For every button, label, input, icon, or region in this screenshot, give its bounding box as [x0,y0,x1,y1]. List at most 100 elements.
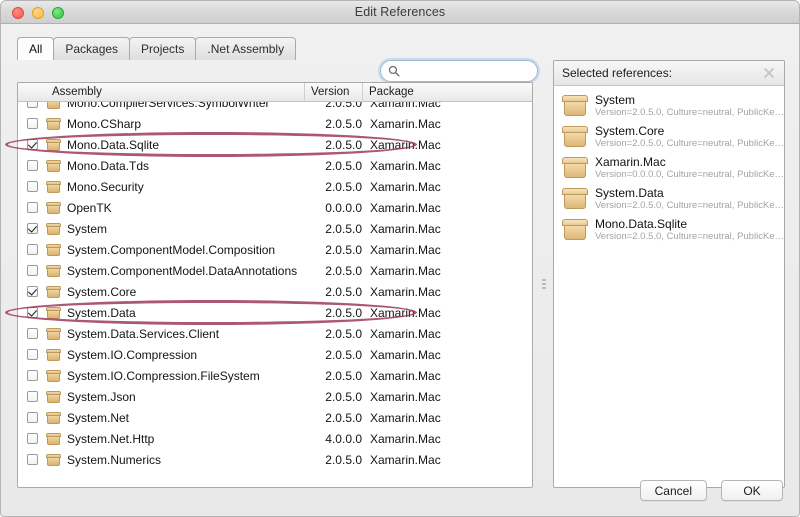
checkbox-unchecked-icon[interactable] [26,202,38,213]
row-checkbox-cell[interactable] [18,118,46,129]
table-row[interactable]: OpenTK 0.0.0.0 Xamarin.Mac [18,197,532,218]
checkbox-unchecked-icon[interactable] [26,349,38,360]
table-row[interactable]: System 2.0.5.0 Xamarin.Mac [18,218,532,239]
assembly-name: System.Data [67,305,136,320]
table-row[interactable]: System.Data.Services.Client 2.0.5.0 Xamari… [18,323,532,344]
checkbox-unchecked-icon[interactable] [26,102,38,108]
table-row[interactable]: System.Data 2.0.5.0 Xamarin.Mac [18,302,532,323]
tab-all[interactable]: All [17,37,55,60]
table-row[interactable]: System.IO.Compression 2.0.5.0 Xamarin.Mac [18,344,532,365]
list-item[interactable]: Xamarin.Mac Version=0.0.0.0, Culture=neut… [554,152,784,183]
assembly-name: Mono.Data.Sqlite [67,137,160,152]
column-header-assembly[interactable]: Assembly [46,86,304,98]
panel-splitter[interactable] [539,82,549,488]
assembly-name: OpenTK [67,200,112,215]
table-row[interactable]: Mono.CSharp 2.0.5.0 Xamarin.Mac [18,113,532,134]
assembly-version: 2.0.5.0 [325,102,362,110]
row-checkbox-cell[interactable] [18,160,46,171]
assembly-package: Xamarin.Mac [370,305,441,320]
list-item[interactable]: System.Core Version=2.0.5.0, Culture=neut… [554,121,784,152]
assembly-version: 4.0.0.0 [325,431,362,446]
table-row[interactable]: System.Net.Http 4.0.0.0 Xamarin.Mac [18,428,532,449]
row-checkbox-cell[interactable] [18,433,46,444]
assembly-list-scroll[interactable]: Mono.CompilerServices.SymbolWriter 2.0.5.… [18,102,532,487]
table-row[interactable]: System.IO.Compression.FileSystem 2.0.5.0 X… [18,365,532,386]
assembly-version: 2.0.5.0 [325,179,362,194]
ok-button[interactable]: OK [721,480,783,501]
checkbox-unchecked-icon[interactable] [26,412,38,423]
dialog-footer: Cancel OK [1,471,799,516]
list-item[interactable]: System Version=2.0.5.0, Culture=neutral, … [554,90,784,121]
checkbox-unchecked-icon[interactable] [26,433,38,444]
row-checkbox-cell[interactable] [18,223,46,234]
checkbox-checked-icon[interactable] [26,286,38,297]
checkbox-checked-icon[interactable] [26,139,38,150]
search-field[interactable] [380,60,538,82]
table-row[interactable]: Mono.Security 2.0.5.0 Xamarin.Mac [18,176,532,197]
checkbox-unchecked-icon[interactable] [26,328,38,339]
table-row[interactable]: System.Numerics 2.0.5.0 Xamarin.Mac [18,449,532,470]
tab-net-assembly[interactable]: .Net Assembly [195,37,297,60]
assembly-package: Xamarin.Mac [370,284,441,299]
assembly-version: 2.0.5.0 [325,263,362,278]
list-item[interactable]: System.Data Version=2.0.5.0, Culture=neut… [554,183,784,214]
checkbox-unchecked-icon[interactable] [26,370,38,381]
package-icon [46,117,61,130]
assembly-name: System.ComponentModel.DataAnnotations [67,263,298,278]
checkbox-unchecked-icon[interactable] [26,118,38,129]
assembly-name: Mono.Security [67,179,144,194]
tab-projects[interactable]: Projects [129,37,197,60]
row-checkbox-cell[interactable] [18,181,46,192]
checkbox-unchecked-icon[interactable] [26,160,38,171]
row-checkbox-cell[interactable] [18,244,46,255]
row-checkbox-cell[interactable] [18,370,46,381]
assembly-package: Xamarin.Mac [370,158,441,173]
table-row[interactable]: Mono.Data.Tds 2.0.5.0 Xamarin.Mac [18,155,532,176]
list-item[interactable]: Mono.Data.Sqlite Version=2.0.5.0, Culture… [554,214,784,245]
tab-packages[interactable]: Packages [53,37,131,60]
row-checkbox-cell[interactable] [18,391,46,402]
column-header-package[interactable]: Package [362,83,532,102]
checkbox-unchecked-icon[interactable] [26,391,38,402]
selected-reference-name: System.Core [595,123,665,138]
checkbox-unchecked-icon[interactable] [26,265,38,276]
row-checkbox-cell[interactable] [18,349,46,360]
assembly-version: 2.0.5.0 [325,242,362,257]
search-input[interactable] [402,62,528,80]
row-checkbox-cell[interactable] [18,412,46,423]
cancel-button[interactable]: Cancel [639,480,707,501]
table-row[interactable]: Mono.Data.Sqlite 2.0.5.0 Xamarin.Mac [18,134,532,155]
assembly-version: 2.0.5.0 [325,389,362,404]
checkbox-unchecked-icon[interactable] [26,244,38,255]
table-row[interactable]: System.Json 2.0.5.0 Xamarin.Mac [18,386,532,407]
row-checkbox-cell[interactable] [18,454,46,465]
selected-references-list[interactable]: System Version=2.0.5.0, Culture=neutral, … [554,86,784,245]
table-row[interactable]: System.ComponentModel.DataAnnotations 2.0… [18,260,532,281]
row-checkbox-cell[interactable] [18,202,46,213]
table-row[interactable]: System.Net 2.0.5.0 Xamarin.Mac [18,407,532,428]
assembly-version: 2.0.5.0 [325,116,362,131]
assembly-package: Xamarin.Mac [370,347,441,362]
table-row[interactable]: System.Core 2.0.5.0 Xamarin.Mac [18,281,532,302]
row-checkbox-cell[interactable] [18,139,46,150]
package-icon [46,432,61,445]
row-checkbox-cell[interactable] [18,102,46,108]
checkbox-unchecked-icon[interactable] [26,454,38,465]
row-checkbox-cell[interactable] [18,265,46,276]
checkbox-checked-icon[interactable] [26,223,38,234]
row-checkbox-cell[interactable] [18,307,46,318]
clear-all-icon[interactable] [762,66,776,80]
row-checkbox-cell[interactable] [18,328,46,339]
assembly-package: Xamarin.Mac [370,221,441,236]
table-row[interactable]: Mono.CompilerServices.SymbolWriter 2.0.5.… [18,102,532,113]
checkbox-checked-icon[interactable] [26,307,38,318]
tab-bar: All Packages Projects .Net Assembly [17,36,297,60]
table-row[interactable]: System.ComponentModel.Composition 2.0.5.0… [18,239,532,260]
package-icon [46,369,61,382]
dialog-body: All Packages Projects .Net Assembly Assembl… [1,24,799,516]
row-checkbox-cell[interactable] [18,286,46,297]
checkbox-unchecked-icon[interactable] [26,181,38,192]
column-header-version[interactable]: Version [304,83,362,102]
assembly-package: Xamarin.Mac [370,326,441,341]
assembly-name: Mono.Data.Tds [67,158,150,173]
